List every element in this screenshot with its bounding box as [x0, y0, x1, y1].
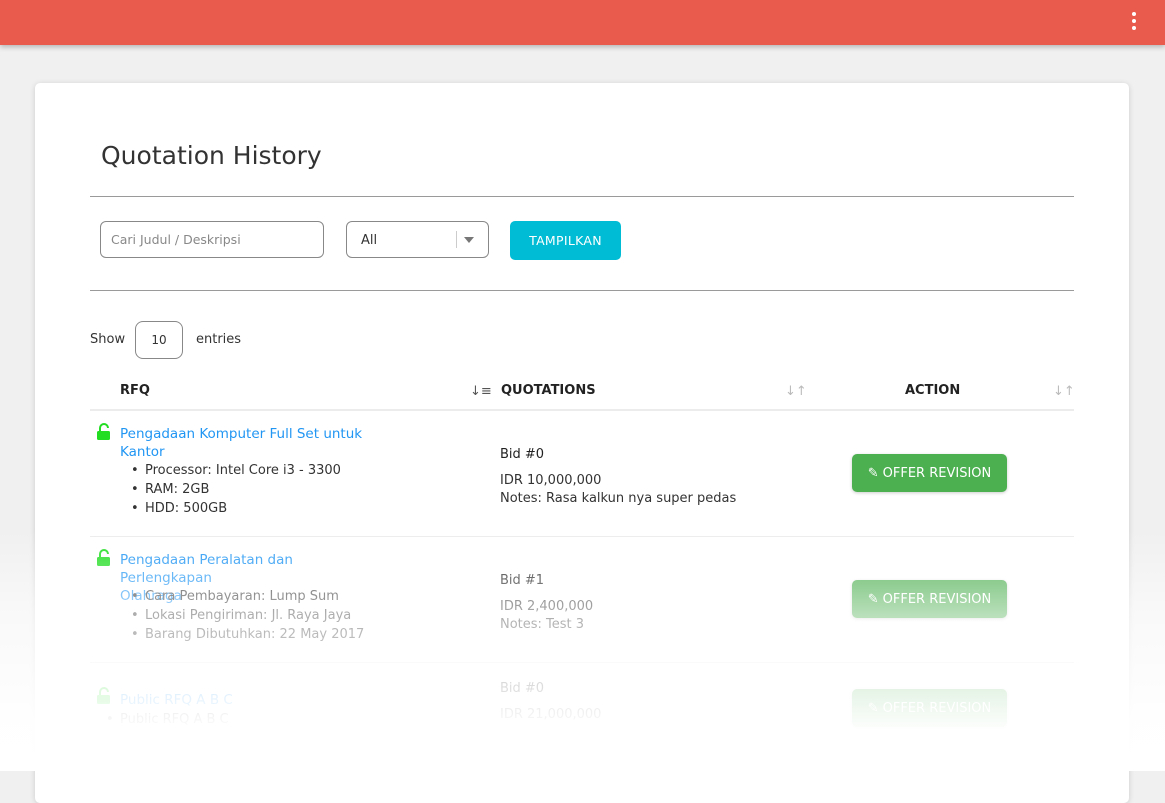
list-item: Public RFQ A B C: [106, 710, 229, 729]
status-select[interactable]: All: [346, 221, 489, 258]
bid-number: Bid #0: [500, 447, 545, 462]
content-card: Quotation History All TAMPILKAN Show 10 …: [35, 83, 1129, 803]
bid-amount: IDR 10,000,000: [500, 473, 602, 488]
column-header-rfq[interactable]: RFQ: [120, 383, 150, 398]
bid-notes: Notes: Test 3: [500, 617, 585, 632]
bid-notes: Notes: Rasa kalkun nya super pedas: [500, 491, 737, 506]
select-separator: [456, 231, 457, 248]
unlock-icon: [96, 549, 112, 571]
rfq-title-link[interactable]: Pengadaan Komputer Full Set untuk Kantor: [120, 425, 380, 461]
status-select-value: All: [361, 233, 378, 248]
bid-amount: IDR 21,000,000: [500, 707, 602, 722]
divider: [90, 196, 1074, 197]
tampilkan-button[interactable]: TAMPILKAN: [510, 221, 621, 260]
pencil-icon: ✎: [867, 591, 879, 607]
bid-number: Bid #1: [500, 573, 545, 588]
list-item: Processor: Intel Core i3 - 3300: [131, 461, 341, 480]
list-item: Lokasi Pengiriman: Jl. Raya Jaya: [131, 606, 364, 625]
unlock-icon: [96, 687, 112, 709]
sort-both-icon[interactable]: ↓↑: [1053, 384, 1075, 399]
entries-label: entries: [196, 332, 242, 347]
divider: [90, 290, 1074, 291]
bid-amount: IDR 2,400,000: [500, 599, 594, 614]
bid-number: Bid #0: [500, 681, 545, 696]
column-header-action[interactable]: ACTION: [905, 383, 960, 398]
list-item: Cara Pembayaran: Lump Sum: [131, 587, 364, 606]
row-divider: [90, 662, 1074, 663]
list-item: HDD: 500GB: [131, 499, 341, 518]
table-header-border: [90, 409, 1074, 411]
page-title: Quotation History: [101, 141, 322, 170]
list-item: RAM: 2GB: [131, 480, 341, 499]
pencil-icon: ✎: [867, 700, 879, 716]
pencil-icon: ✎: [867, 465, 879, 481]
chevron-down-icon: [464, 237, 474, 243]
entries-length-select[interactable]: 10: [135, 321, 183, 359]
rfq-title-link[interactable]: Public RFQ A B C: [120, 691, 380, 709]
offer-revision-button[interactable]: ✎ OFFER REVISION: [852, 689, 1007, 727]
offer-revision-button[interactable]: ✎ OFFER REVISION: [852, 580, 1007, 618]
column-header-quotations[interactable]: QUOTATIONS: [501, 383, 596, 398]
unlock-icon: [96, 423, 112, 445]
rfq-details-list: Cara Pembayaran: Lump Sum Lokasi Pengiri…: [131, 587, 364, 644]
sort-desc-icon[interactable]: ↓≡: [470, 384, 492, 399]
top-app-bar: [0, 0, 1165, 45]
search-input[interactable]: [100, 221, 324, 258]
kebab-menu-icon[interactable]: [1131, 12, 1137, 30]
list-item: Barang Dibutuhkan: 22 May 2017: [131, 625, 364, 644]
show-label: Show: [90, 332, 126, 347]
rfq-details-list: Public RFQ A B C: [106, 710, 229, 729]
row-divider: [90, 536, 1074, 537]
rfq-details-list: Processor: Intel Core i3 - 3300 RAM: 2GB…: [131, 461, 341, 518]
sort-both-icon[interactable]: ↓↑: [785, 384, 807, 399]
offer-revision-button[interactable]: ✎ OFFER REVISION: [852, 454, 1007, 492]
